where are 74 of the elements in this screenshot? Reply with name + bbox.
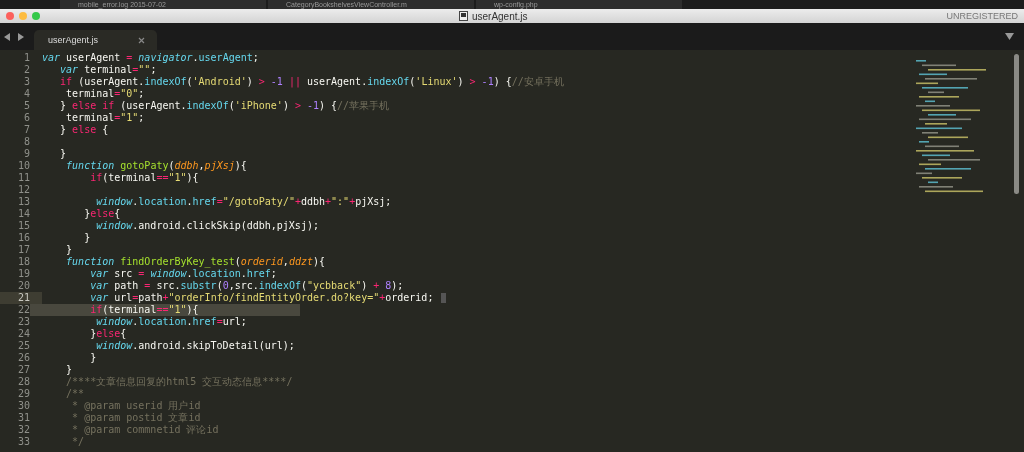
code-line: */ — [71, 436, 85, 448]
code-line: terminal="0"; — [65, 88, 145, 100]
line-number: 9 — [22, 148, 31, 160]
line-number: 26 — [16, 352, 31, 364]
code-line: }else{ — [89, 328, 127, 340]
line-number: 12 — [16, 184, 31, 196]
code-line: } — [59, 148, 67, 160]
line-number: 19 — [16, 268, 31, 280]
code-line: if (userAgent.indexOf('Android') > -1 || userAgent.indexOf('Linux') > -1) {//安卓手机 — [59, 76, 564, 88]
code-line: * @param userid 用户id — [71, 400, 201, 412]
line-number: 7 — [22, 124, 31, 136]
scrollbar[interactable] — [1014, 54, 1019, 194]
code-line: } — [65, 244, 73, 256]
code-line: } else { — [59, 124, 109, 136]
cursor — [441, 293, 447, 303]
line-number: 8 — [22, 136, 31, 148]
code-line: var userAgent = navigator.userAgent; — [42, 52, 259, 64]
code-line: } else if (userAgent.indexOf('iPhone') > -1) {//苹果手机 — [59, 100, 390, 112]
close-icon[interactable] — [6, 12, 14, 20]
line-number: 20 — [16, 280, 31, 292]
file-tab[interactable]: userAgent.js — [34, 30, 158, 50]
line-number: 24 — [16, 328, 31, 340]
line-number: 4 — [22, 88, 31, 100]
code-line: if(terminal=="1"){ — [89, 172, 199, 184]
line-number: 25 — [16, 340, 31, 352]
code-line: window.android.clickSkip(ddbh,pjXsj); — [95, 220, 319, 232]
code-line: var src = window.location.href; — [89, 268, 277, 280]
line-number: 15 — [16, 220, 31, 232]
line-number: 28 — [16, 376, 31, 388]
line-number: 17 — [16, 244, 31, 256]
line-number: 5 — [22, 100, 31, 112]
line-number: 6 — [22, 112, 31, 124]
code-line: var terminal=""; — [59, 64, 157, 76]
code-line: }else{ — [83, 208, 121, 220]
close-icon[interactable] — [138, 36, 146, 44]
code-line: function gotoPaty(ddbh,pjXsj){ — [65, 160, 247, 172]
code-line: function findOrderByKey_test(orderid,ddzt){ — [65, 256, 326, 268]
code-line: } — [83, 232, 91, 244]
line-number: 27 — [16, 364, 31, 376]
line-number: 22 — [16, 304, 31, 316]
navigation-arrows-icon[interactable] — [4, 32, 24, 41]
line-number: 3 — [22, 76, 31, 88]
line-number: 13 — [16, 196, 31, 208]
code-line: var path = src.substr(0,src.indexOf("ycbback") + 8); — [89, 280, 404, 292]
code-line: } — [65, 364, 73, 376]
window-title: userAgent.js — [471, 10, 528, 22]
code-line: /****文章信息回复的html5 交互动态信息****/ — [65, 376, 293, 388]
code-line: if(terminal=="1"){ — [89, 304, 199, 316]
line-number: 11 — [16, 172, 31, 184]
document-icon — [458, 11, 468, 21]
code-line: var url=path+"orderInfo/findEntityOrder.do?key="+orderid; — [89, 292, 434, 304]
dropdown-icon[interactable] — [1005, 33, 1014, 40]
line-number: 31 — [16, 412, 31, 424]
line-number: 1 — [22, 52, 31, 64]
line-number: 2 — [22, 64, 31, 76]
line-number: 21 — [0, 292, 42, 304]
line-number: 33 — [16, 436, 31, 448]
line-number: 23 — [16, 316, 31, 328]
line-number: 32 — [16, 424, 31, 436]
code-line: window.android.skipToDetail(url); — [95, 340, 295, 352]
code-line: window.location.href=url; — [95, 316, 247, 328]
code-line: * @param commnetid 评论id — [71, 424, 219, 436]
code-line: } — [89, 352, 97, 364]
line-number: 10 — [16, 160, 31, 172]
code-line: /** — [65, 388, 85, 400]
license-status: UNREGISTERED — [946, 11, 1018, 21]
code-line: terminal="1"; — [65, 112, 145, 124]
line-number: 30 — [16, 400, 31, 412]
line-number: 14 — [16, 208, 31, 220]
code-line: window.location.href="/gotoPaty/"+ddbh+":"+pjXsj; — [95, 196, 392, 208]
line-number: 29 — [16, 388, 31, 400]
line-number: 16 — [16, 232, 31, 244]
code-line: * @param postid 文章id — [71, 412, 201, 424]
line-number: 18 — [16, 256, 31, 268]
